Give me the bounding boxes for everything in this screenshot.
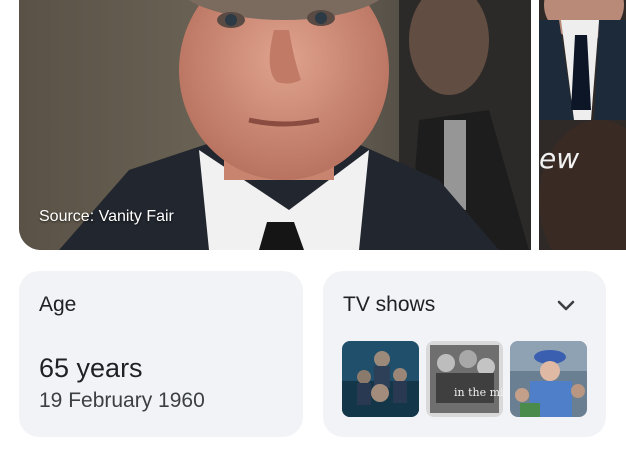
main-image[interactable]: Source: Vanity Fair	[19, 0, 531, 250]
image-source-caption: Source: Vanity Fair	[39, 208, 174, 225]
tv-shows-card[interactable]: TV shows in the mix	[323, 271, 606, 437]
age-card-title: Age	[39, 293, 77, 316]
side-image[interactable]: ew	[539, 0, 626, 250]
age-card[interactable]: Age 65 years 19 February 1960	[19, 271, 303, 437]
tv-show-thumbnail-2[interactable]: in the mix	[426, 341, 503, 417]
tv-show-thumbnail-3[interactable]	[510, 341, 587, 417]
chevron-down-icon[interactable]	[553, 293, 579, 319]
thumbnail-2-label: in the mix	[454, 386, 503, 399]
side-portrait-illustration	[539, 0, 626, 250]
age-value: 65 years	[39, 353, 143, 383]
birth-date: 19 February 1960	[39, 389, 205, 412]
side-image-overlay-text: ew	[539, 142, 580, 175]
tv-shows-card-title: TV shows	[343, 293, 436, 316]
tv-show-thumbnail-1[interactable]	[342, 341, 419, 417]
